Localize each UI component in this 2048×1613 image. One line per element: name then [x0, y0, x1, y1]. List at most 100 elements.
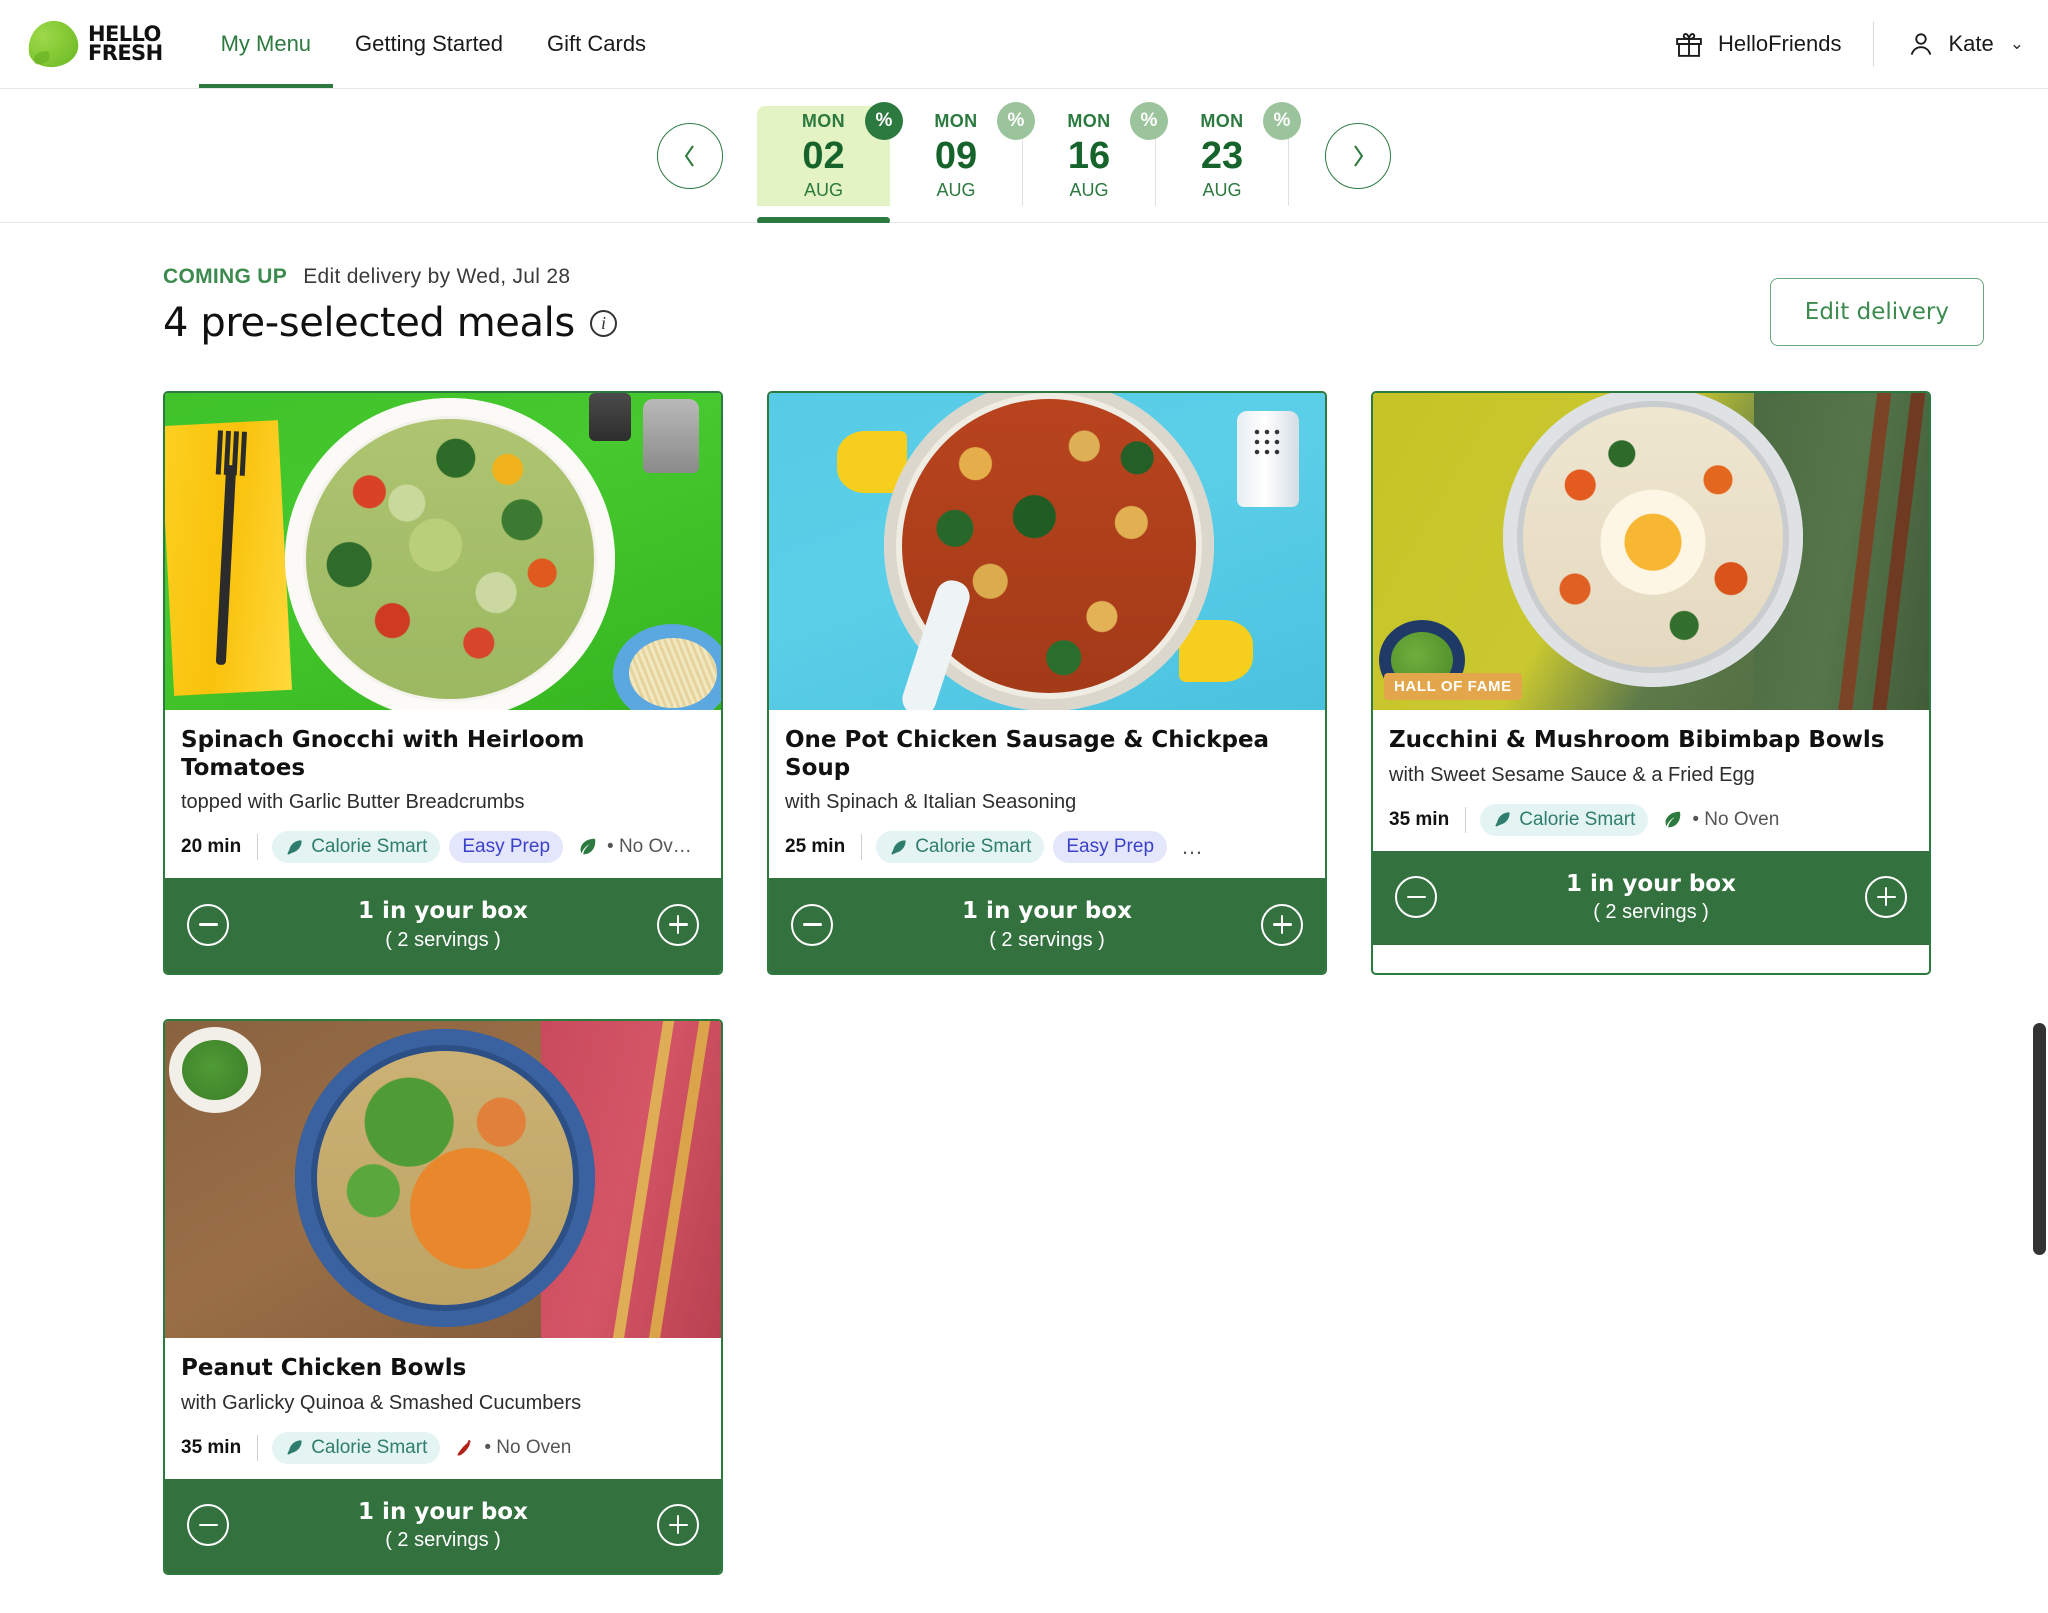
meal-card[interactable]: One Pot Chicken Sausage & Chickpea Soup …: [767, 391, 1327, 975]
meal-quantity-bar: 1 in your box ( 2 servings ): [165, 1478, 721, 1574]
date-tab-aug-16[interactable]: % MON 16 AUG: [1023, 101, 1168, 206]
servings-count: ( 2 servings ): [385, 1529, 501, 1552]
meal-meta-row: 35 min Calorie Smart • No Oven: [181, 1431, 705, 1464]
minus-circle-icon[interactable]: [187, 903, 229, 946]
date-month: AUG: [1069, 180, 1109, 200]
meal-image-peanut-chicken[interactable]: [165, 1020, 721, 1338]
leaf-icon: [580, 838, 596, 855]
nav-label: Gift Cards: [547, 31, 647, 56]
tag-calorie-smart[interactable]: Calorie Smart: [272, 831, 441, 864]
more-tags-ellipsis[interactable]: …: [1181, 834, 1205, 860]
servings-count: ( 2 servings ): [385, 928, 501, 951]
date-dow: MON: [1067, 111, 1111, 131]
meal-info: Peanut Chicken Bowls with Garlicky Quino…: [165, 1338, 721, 1479]
servings-count: ( 2 servings ): [989, 928, 1105, 951]
nav-item-getting-started[interactable]: Getting Started: [333, 0, 525, 88]
tag-calorie-smart[interactable]: Calorie Smart: [1480, 803, 1649, 836]
coming-up-line: COMING UP Edit delivery by Wed, Jul 28: [163, 265, 617, 289]
date-day: 02: [802, 135, 845, 177]
delivery-date-selector: % MON 02 AUG % MON 09 AUG % MON 16 AUG %…: [0, 89, 2048, 224]
minus-circle-icon[interactable]: [791, 903, 833, 946]
box-count: 1 in your box: [1566, 870, 1736, 897]
decor-pepper-mill-small: [589, 393, 631, 441]
box-count: 1 in your box: [358, 898, 528, 925]
next-week-button[interactable]: [1325, 122, 1391, 189]
meta-divider: [257, 834, 259, 861]
meal-prep-time: 35 min: [181, 1436, 242, 1458]
meal-info: Spinach Gnocchi with Heirloom Tomatoes t…: [165, 710, 721, 878]
date-day: 09: [934, 135, 978, 177]
meal-subtitle: with Sweet Sesame Sauce & a Fried Egg: [1389, 763, 1755, 786]
meal-image-chickpea-soup[interactable]: [769, 393, 1325, 710]
logo-wordmark: HELLO FRESH: [88, 23, 163, 64]
minus-circle-icon[interactable]: [187, 1503, 229, 1546]
site-header: HELLO FRESH My Menu Getting Started Gift…: [0, 0, 2048, 89]
account-menu[interactable]: Kate ⌄: [1874, 29, 2024, 59]
page-body: COMING UP Edit delivery by Wed, Jul 28 4…: [0, 223, 2048, 1613]
meal-image-spinach-gnocchi[interactable]: [165, 393, 721, 710]
meal-meta-row: 20 min Calorie Smart Easy Prep • No Ov…: [181, 831, 705, 864]
meal-card[interactable]: Spinach Gnocchi with Heirloom Tomatoes t…: [163, 391, 723, 975]
servings-count: ( 2 servings ): [1593, 901, 1709, 924]
box-count: 1 in your box: [962, 898, 1132, 925]
meal-meta-row: 35 min Calorie Smart • No Oven: [1389, 803, 1913, 836]
vertical-scrollbar[interactable]: [2033, 1023, 2046, 1255]
tag-easy-prep[interactable]: Easy Prep: [1053, 831, 1168, 864]
minus-circle-icon[interactable]: [1395, 875, 1437, 918]
date-tab-aug-23[interactable]: % MON 23 AUG: [1156, 101, 1301, 206]
edit-delivery-button[interactable]: Edit delivery: [1769, 278, 1984, 346]
date-dow: MON: [934, 111, 978, 131]
info-icon[interactable]: i: [589, 309, 617, 337]
hellofriends-label: HelloFriends: [1717, 31, 1842, 56]
gift-icon: [1676, 33, 1702, 57]
date-dow: MON: [801, 111, 846, 131]
chevron-left-icon: [684, 144, 694, 167]
meal-extra-note: • No Oven: [484, 1436, 572, 1458]
plus-circle-icon[interactable]: [1865, 875, 1907, 918]
feather-icon: [1495, 812, 1510, 827]
nav-item-my-menu[interactable]: My Menu: [198, 0, 334, 88]
date-tab-aug-02[interactable]: % MON 02 AUG: [757, 101, 903, 224]
nav-item-gift-cards[interactable]: Gift Cards: [525, 0, 668, 88]
prev-week-button[interactable]: [657, 122, 723, 189]
meal-extra-note: • No Oven: [1692, 808, 1780, 830]
leaf-icon: [1665, 811, 1681, 827]
meta-divider: [861, 834, 863, 861]
date-list: % MON 02 AUG % MON 09 AUG % MON 16 AUG %…: [757, 101, 1301, 224]
meal-quantity-text: 1 in your box ( 2 servings ): [358, 1498, 528, 1553]
date-month: AUG: [803, 180, 843, 200]
page-title-text: 4 pre-selected meals: [163, 300, 575, 346]
date-tab-aug-09[interactable]: % MON 09 AUG: [890, 101, 1035, 206]
hellofriends-link[interactable]: HelloFriends: [1674, 29, 1874, 59]
tag-calorie-smart[interactable]: Calorie Smart: [272, 1431, 441, 1464]
meal-title: Zucchini & Mushroom Bibimbap Bowls: [1389, 727, 1885, 753]
tag-calorie-smart[interactable]: Calorie Smart: [876, 831, 1045, 864]
tag-label: Calorie Smart: [311, 1436, 428, 1458]
date-day: 23: [1200, 135, 1244, 177]
tag-label: Easy Prep: [462, 836, 551, 858]
meal-quantity-text: 1 in your box ( 2 servings ): [1566, 870, 1736, 925]
meal-title: Spinach Gnocchi with Heirloom Tomatoes: [181, 727, 585, 781]
meal-image-bibimbap[interactable]: HALL OF FAME: [1373, 393, 1929, 710]
plus-circle-icon[interactable]: [657, 1503, 699, 1546]
meal-card[interactable]: Peanut Chicken Bowls with Garlicky Quino…: [163, 1018, 723, 1576]
meal-quantity-text: 1 in your box ( 2 servings ): [358, 897, 528, 952]
decor-herb-dish: [169, 1026, 261, 1113]
meal-quantity-bar: 1 in your box ( 2 servings ): [1373, 850, 1929, 946]
coming-up-label: COMING UP: [163, 265, 288, 288]
meal-card[interactable]: HALL OF FAME Zucchini & Mushroom Bibimba…: [1371, 391, 1931, 975]
decor-cheese-dish: [613, 624, 721, 710]
feather-icon: [891, 840, 906, 855]
plus-circle-icon[interactable]: [657, 903, 699, 946]
meta-divider: [1465, 806, 1467, 833]
plus-circle-icon[interactable]: [1261, 903, 1303, 946]
decor-bowl: [1503, 393, 1803, 687]
meal-title: One Pot Chicken Sausage & Chickpea Soup: [785, 727, 1270, 781]
tag-easy-prep[interactable]: Easy Prep: [449, 831, 564, 864]
hellofresh-logo[interactable]: HELLO FRESH: [25, 17, 163, 71]
tag-label: Calorie Smart: [311, 836, 428, 858]
decor-bowl: [285, 398, 615, 710]
meal-subtitle: with Garlicky Quinoa & Smashed Cucumbers: [181, 1391, 582, 1414]
nav-label: My Menu: [220, 31, 312, 56]
meal-quantity-text: 1 in your box ( 2 servings ): [962, 897, 1132, 952]
